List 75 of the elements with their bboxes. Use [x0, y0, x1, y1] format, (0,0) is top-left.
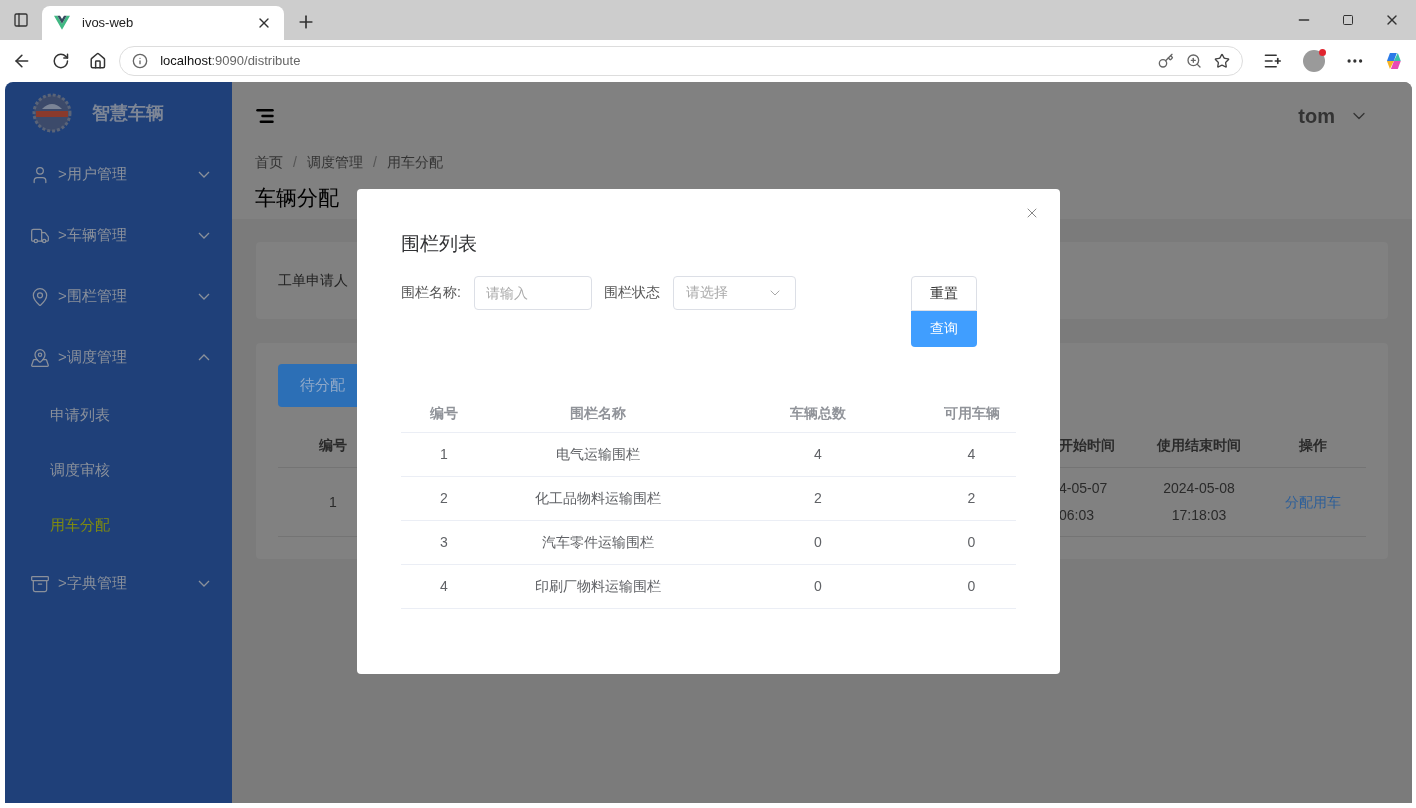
- menu-toggle-icon[interactable]: [255, 106, 275, 126]
- menu-item[interactable]: >围栏管理: [5, 266, 232, 327]
- maximize-icon[interactable]: [1342, 14, 1354, 26]
- query-button[interactable]: 查询: [910, 310, 977, 347]
- table-cell: 0: [927, 564, 1016, 609]
- vue-logo-icon: [54, 15, 70, 31]
- chevron-icon: [198, 171, 210, 178]
- reset-button[interactable]: 重置: [910, 275, 977, 311]
- menu-icon: [30, 347, 50, 368]
- assign-link[interactable]: 分配用车: [1284, 491, 1341, 513]
- column-header: 操作: [1259, 423, 1366, 468]
- brand-name: 智慧车辆: [92, 101, 164, 125]
- field-label: 围栏状态: [603, 283, 660, 302]
- table-cell: 1: [401, 432, 487, 477]
- column-header: 使用结束时间: [1139, 423, 1259, 468]
- column-header: 车辆总数: [709, 395, 927, 433]
- breadcrumb-item[interactable]: 调度管理: [306, 151, 363, 173]
- chevron-icon: [198, 354, 210, 361]
- column-header: 编号: [401, 395, 487, 433]
- table-cell: 0: [927, 520, 1016, 565]
- table-cell-text: 17:18:03: [1171, 506, 1227, 525]
- tab-actions-icon[interactable]: [13, 12, 29, 28]
- menu-icon: [30, 573, 50, 594]
- menu-item[interactable]: >字典管理: [5, 553, 232, 614]
- submenu-item[interactable]: 调度审核: [5, 443, 232, 498]
- zoom-icon[interactable]: [1186, 52, 1203, 69]
- table-cell: 化工品物料运输围栏: [487, 476, 709, 521]
- menu-item[interactable]: >调度管理: [5, 327, 232, 388]
- table-cell: 印刷厂物料运输围栏: [487, 564, 709, 609]
- copilot-icon[interactable]: [1384, 50, 1404, 71]
- breadcrumb-item[interactable]: 用车分配: [386, 151, 443, 173]
- dialog-title: 围栏列表: [401, 232, 478, 256]
- favorite-star-icon[interactable]: [1214, 52, 1231, 69]
- table-cell: 0: [709, 564, 927, 609]
- chevron-icon: [198, 232, 210, 239]
- chevron-icon: [198, 293, 210, 300]
- profile-avatar[interactable]: [1302, 49, 1325, 72]
- key-icon[interactable]: [1158, 52, 1175, 69]
- home-icon[interactable]: [89, 51, 108, 70]
- table-cell: 2: [401, 476, 487, 521]
- table-cell: 电气运输围栏: [487, 432, 709, 477]
- info-icon: [132, 52, 149, 69]
- table-cell: 4: [401, 564, 487, 609]
- table-cell: 0: [709, 520, 927, 565]
- url-text: localhost:9090/distribute: [160, 51, 302, 70]
- breadcrumb-separator: /: [293, 152, 297, 172]
- breadcrumb-item[interactable]: 首页: [255, 151, 283, 173]
- user-name[interactable]: tom: [1298, 101, 1335, 131]
- table-cell: 4: [927, 432, 1016, 477]
- fence-name-field[interactable]: 请输入: [473, 275, 592, 310]
- fence-status-select[interactable]: 请选择: [672, 275, 796, 310]
- table-cell-text: 4-05-07: [1059, 479, 1109, 498]
- table-cell: 4: [709, 432, 927, 477]
- menu-item[interactable]: >用户管理: [5, 144, 232, 205]
- logo-icon: [32, 93, 72, 133]
- field-label: 围栏名称:: [401, 283, 461, 302]
- column-header: 围栏名称: [487, 395, 709, 433]
- chevron-icon: [198, 580, 210, 587]
- table-cell: 2: [709, 476, 927, 521]
- filter-label: 工单申请人: [278, 271, 348, 290]
- page-title: 车辆分配: [255, 185, 339, 211]
- table-cell-text: 2024-05-08: [1163, 479, 1235, 498]
- tab-title: ivos-web: [82, 14, 135, 33]
- table-cell-text: 06:03: [1059, 506, 1096, 525]
- menu-item[interactable]: >车辆管理: [5, 205, 232, 266]
- table-cell: 汽车零件运输围栏: [487, 520, 709, 565]
- table-cell: 3: [401, 520, 487, 565]
- table-cell: 2: [927, 476, 1016, 521]
- browser-tab[interactable]: ivos-web: [42, 6, 284, 40]
- column-header: 可用车辆: [927, 395, 1016, 433]
- breadcrumb-separator: /: [372, 152, 377, 172]
- menu-icon: [30, 286, 50, 307]
- submenu-item[interactable]: 用车分配: [5, 498, 232, 553]
- submenu-item[interactable]: 申请列表: [5, 388, 232, 443]
- reload-icon[interactable]: [51, 51, 70, 70]
